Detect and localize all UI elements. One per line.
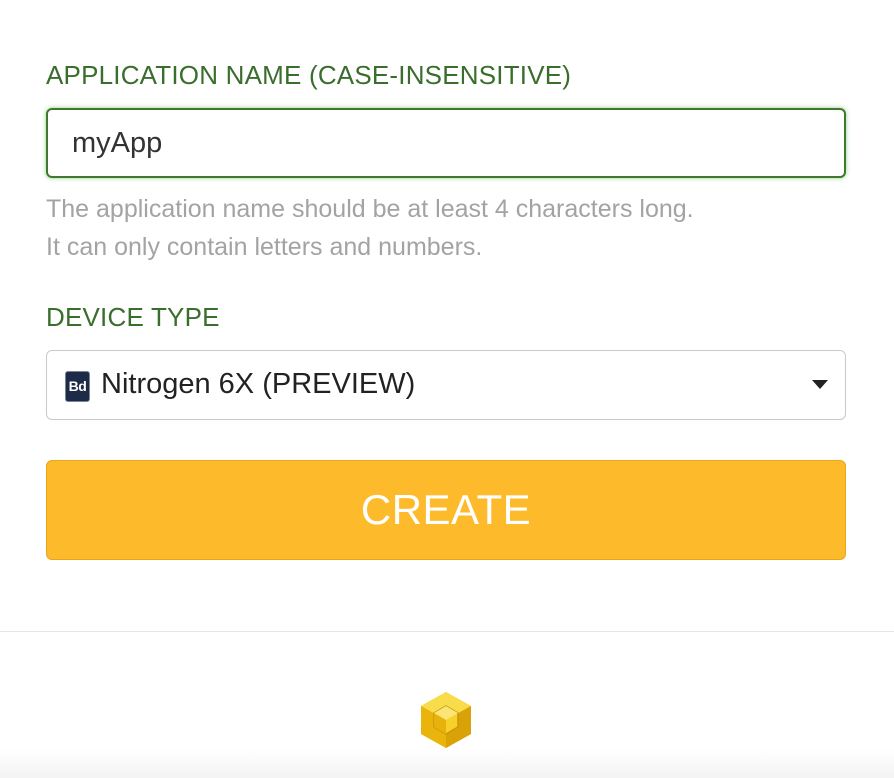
cube-logo-icon (421, 692, 471, 748)
application-name-help-line-1: The application name should be at least … (46, 195, 694, 223)
device-type-label: DEVICE TYPE (46, 302, 220, 332)
application-name-input[interactable] (46, 108, 846, 178)
device-type-select[interactable]: Bd Nitrogen 6X (PREVIEW) (46, 350, 846, 420)
application-name-label: APPLICATION NAME (CASE-INSENSITIVE) (46, 60, 572, 90)
application-name-help-line-2: It can only contain letters and numbers. (46, 233, 483, 261)
device-type-selected-value: Nitrogen 6X (PREVIEW) (101, 368, 416, 400)
create-button[interactable]: CREATE (46, 460, 846, 560)
caret-down-icon (812, 380, 828, 389)
board-icon: Bd (65, 371, 90, 402)
